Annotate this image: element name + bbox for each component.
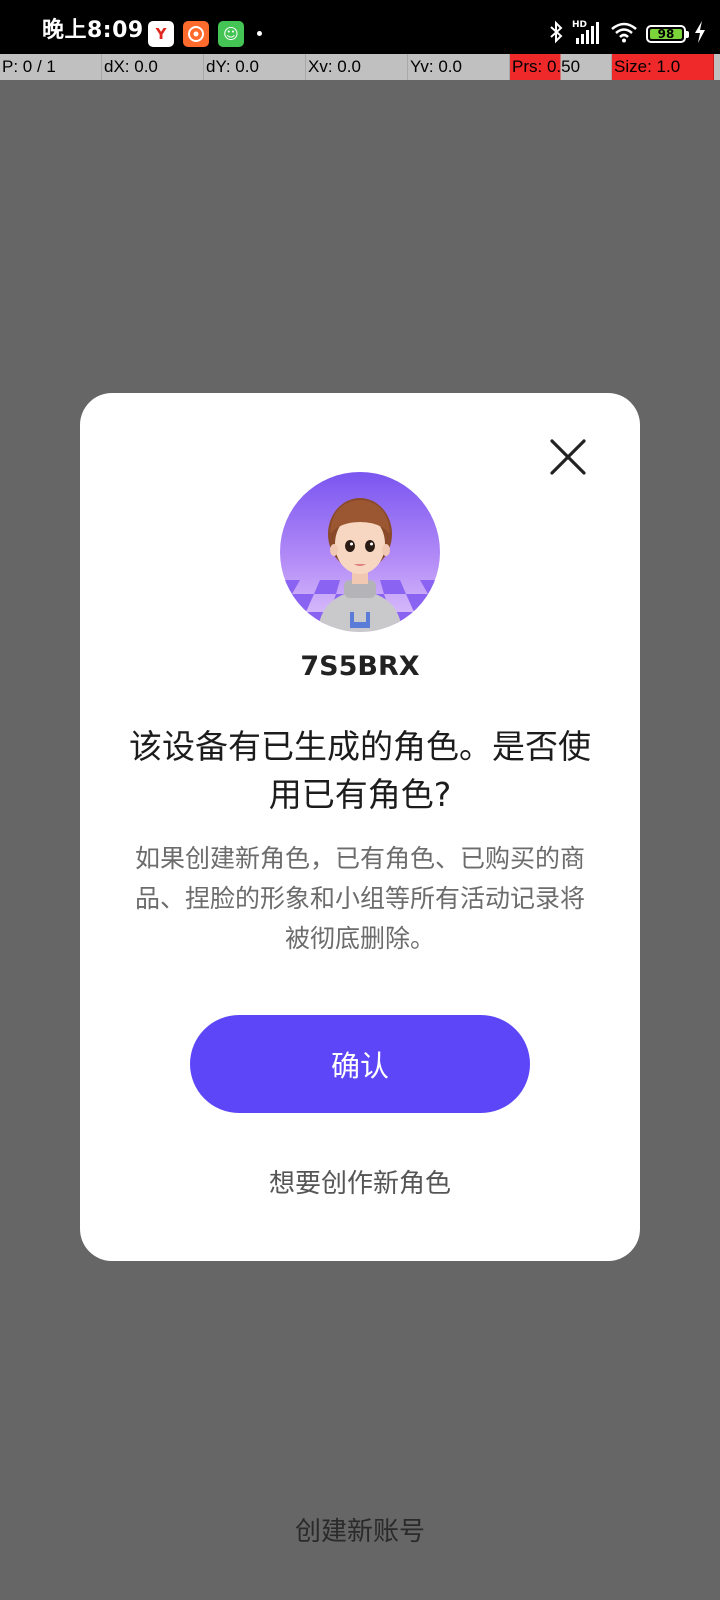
existing-character-dialog: 7S5BRX 该设备有已生成的角色。是否使用已有角色? 如果创建新角色，已有角色… [80, 393, 640, 1261]
pressure: Prs: 0.50 [510, 54, 612, 80]
close-button[interactable] [544, 433, 592, 481]
charging-icon [694, 21, 706, 47]
velocity-y: Yv: 0.0 [408, 54, 510, 80]
pointer-location-bar: P: 0 / 1 dX: 0.0 dY: 0.0 Xv: 0.0 Yv: 0.0… [0, 54, 720, 80]
status-time: 晚上8:09 [42, 18, 144, 43]
velocity-x: Xv: 0.0 [306, 54, 408, 80]
username: 7S5BRX [300, 651, 420, 682]
bluetooth-icon [548, 20, 564, 48]
delta-x: dX: 0.0 [102, 54, 204, 80]
status-indicators: HD 98 [548, 20, 706, 48]
pointer-count: P: 0 / 1 [0, 54, 102, 80]
signal-icon: HD [572, 20, 602, 46]
touch-size: Size: 1.0 [612, 54, 714, 80]
app-notification-icon [183, 21, 209, 47]
battery-percent: 98 [657, 27, 675, 41]
close-icon [550, 439, 586, 475]
avatar [280, 472, 440, 632]
more-notifications-dot [257, 31, 262, 36]
dialog-title: 该设备有已生成的角色。是否使用已有角色? [129, 727, 591, 814]
delta-y: dY: 0.0 [204, 54, 306, 80]
youtube-notification-icon: Y [148, 21, 174, 47]
confirm-button[interactable]: 确认 [190, 1015, 530, 1113]
battery-icon: 98 [646, 25, 689, 43]
wifi-icon [610, 21, 638, 47]
create-new-account-link[interactable]: 创建新账号 [0, 1511, 720, 1548]
status-bar: 晚上8:09 Y ☺ HD 98 [0, 0, 720, 54]
create-new-character-link[interactable]: 想要创作新角色 [80, 1163, 640, 1200]
wechat-notification-icon: ☺ [218, 21, 244, 47]
dialog-description: 如果创建新角色，已有角色、已购买的商品、捏脸的形象和小组等所有活动记录将被彻底删… [134, 844, 585, 953]
